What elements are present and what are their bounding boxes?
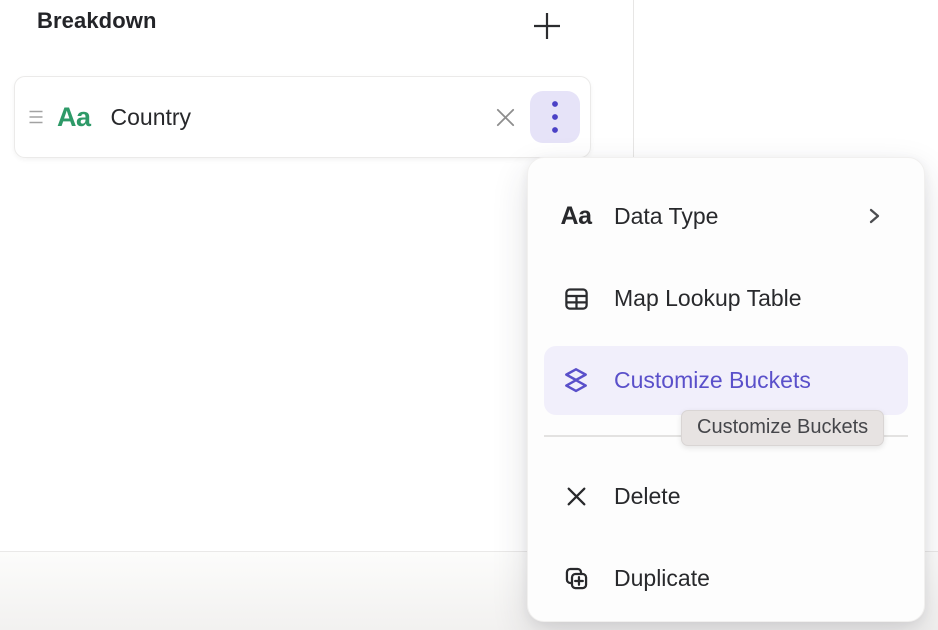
plus-icon: [530, 9, 564, 43]
remove-field-button[interactable]: [486, 98, 524, 136]
text-type-icon: Aa: [561, 201, 591, 231]
field-options-menu: Aa Data Type Map Lookup Table Customize …: [527, 157, 925, 622]
drag-handle-icon[interactable]: [23, 104, 49, 130]
chevron-right-icon: [864, 206, 884, 226]
text-type-icon: Aa: [57, 104, 91, 131]
delete-x-icon: [561, 481, 591, 511]
duplicate-icon: [561, 563, 591, 593]
menu-item-delete[interactable]: Delete: [544, 455, 908, 537]
customize-buckets-tooltip: Customize Buckets: [681, 410, 884, 446]
field-options-button[interactable]: [530, 91, 580, 143]
field-label: Country: [111, 104, 192, 131]
menu-item-map-lookup-table[interactable]: Map Lookup Table: [544, 257, 908, 339]
kebab-menu-icon: [551, 100, 559, 134]
menu-item-customize-buckets[interactable]: Customize Buckets: [544, 339, 908, 421]
table-icon: [561, 283, 591, 313]
close-icon: [494, 106, 517, 129]
buckets-icon: [561, 365, 591, 395]
breakdown-field-card[interactable]: Aa Country: [14, 76, 591, 158]
menu-item-data-type[interactable]: Aa Data Type: [544, 175, 908, 257]
menu-item-duplicate[interactable]: Duplicate: [544, 537, 908, 619]
breakdown-panel-screen: { "panel": { "title": "Breakdown", "add_…: [0, 0, 938, 630]
add-breakdown-button[interactable]: [525, 4, 569, 48]
page-title: Breakdown: [37, 8, 156, 34]
